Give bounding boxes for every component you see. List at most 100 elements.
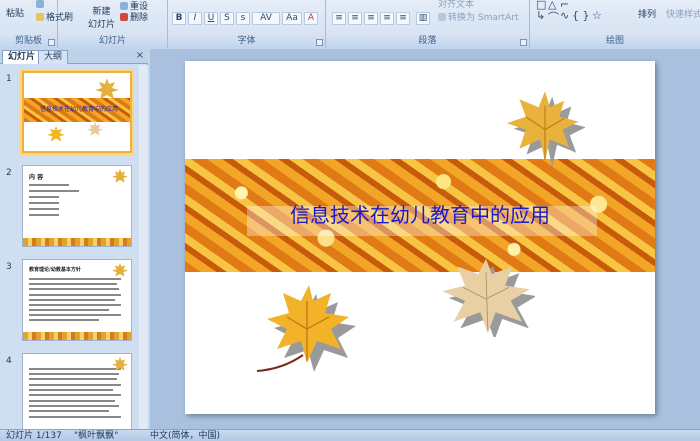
arrange-label: 排列 — [638, 10, 657, 20]
tab-outline[interactable]: 大纲 — [38, 50, 69, 64]
underline-button[interactable]: U — [204, 12, 218, 25]
paste-button[interactable]: 粘贴 — [6, 6, 24, 19]
slide-title[interactable]: 信息技术在幼儿教育中的应用 — [185, 199, 655, 228]
char-spacing-button[interactable]: AV — [252, 12, 280, 25]
thumb-number: 4 — [6, 356, 12, 366]
tab-slides[interactable]: 幻灯片 — [2, 50, 42, 64]
slide-thumbnail-2[interactable]: 内 容 — [22, 165, 132, 247]
thumb-text-line — [29, 196, 59, 198]
slide-counter: 幻灯片 1/137 — [6, 431, 62, 441]
thumb-text-line — [29, 190, 79, 192]
strikethrough-button[interactable]: S — [220, 12, 234, 25]
thumb-title: 信息技术在幼儿教育中的应用 — [39, 106, 118, 113]
theme-name: "枫叶飘飘" — [74, 431, 119, 441]
font-color-button[interactable]: A — [304, 12, 318, 25]
paragraph-group-label: 段落 — [326, 35, 529, 48]
clipboard-group: 粘贴 格式刷 剪贴板 — [0, 0, 73, 48]
thumb-text-line — [29, 319, 99, 321]
thumb-text-line — [29, 288, 119, 290]
thumb-text-line — [29, 299, 115, 301]
format-painter-icon — [36, 12, 44, 21]
maple-leaf-icon — [112, 262, 128, 277]
clipboard-launcher[interactable] — [48, 39, 55, 46]
font-group: B I U S s AV Aa A 字体 — [168, 0, 326, 48]
thumb-number: 1 — [6, 74, 12, 84]
shape-star-icon[interactable]: ☆ — [592, 9, 602, 22]
thumb-text-line — [29, 389, 113, 391]
thumb-text-line — [29, 384, 121, 386]
thumb-text-line — [29, 400, 115, 402]
slides-group: 新建 幻灯片 重设 删除 幻灯片 — [58, 0, 168, 48]
bold-button[interactable]: B — [172, 12, 186, 25]
thumb-text-line — [29, 304, 121, 306]
thumb-text-line — [29, 373, 119, 375]
thumb-title: 教育理论/幼教基本方针 — [29, 267, 81, 273]
thumb-text-line — [29, 405, 119, 407]
reset-icon — [120, 1, 128, 10]
shape-brace-icon[interactable]: { } — [572, 9, 590, 22]
align-left-button[interactable]: ≡ — [332, 12, 346, 25]
align-right-button[interactable]: ≡ — [364, 12, 378, 25]
shape-curve-icon[interactable]: ∿ — [560, 9, 569, 22]
italic-button[interactable]: I — [188, 12, 202, 25]
smartart-icon — [438, 12, 446, 21]
copy-icon — [36, 0, 44, 8]
thumb-leaves-border — [23, 238, 131, 246]
shadow-button[interactable]: s — [236, 12, 250, 25]
maple-leaf-icon — [442, 258, 535, 337]
thumb-text-line — [29, 278, 121, 280]
smartart-label: 转换为 SmartArt — [448, 13, 519, 23]
align-center-button[interactable]: ≡ — [348, 12, 362, 25]
maple-leaf-icon — [506, 91, 585, 167]
maple-leaf-icon — [112, 168, 128, 183]
paste-label: 粘贴 — [6, 9, 25, 19]
arrange-button[interactable]: 排列 — [638, 7, 656, 20]
thumb-text-line — [29, 184, 69, 186]
maple-leaf-icon — [87, 121, 103, 136]
thumb-text-line — [29, 394, 121, 396]
thumb-text-line — [29, 283, 117, 285]
ribbon: 粘贴 格式刷 剪贴板 新建 幻灯片 重设 删除 幻灯片 B I U S s AV… — [0, 0, 700, 48]
maple-leaf-icon — [95, 78, 119, 99]
thumb-text-line — [29, 208, 59, 210]
slide-thumbnail-1[interactable]: 信息技术在幼儿教育中的应用 — [22, 71, 132, 153]
smartart-button[interactable]: 转换为 SmartArt — [438, 10, 518, 23]
font-group-label: 字体 — [168, 35, 325, 48]
thumb-text-line — [29, 368, 121, 370]
slide-canvas: 信息技术在幼儿教育中的应用 — [150, 49, 700, 429]
thumb-text-line — [29, 294, 121, 296]
slides-group-label: 幻灯片 — [58, 35, 167, 48]
slide-thumbnail-4[interactable] — [22, 353, 132, 429]
close-icon[interactable]: × — [136, 50, 144, 61]
delete-button[interactable]: 删除 — [120, 10, 148, 23]
change-case-button[interactable]: Aa — [282, 12, 302, 25]
maple-leaf-icon — [256, 285, 356, 372]
thumb-text-line — [29, 202, 59, 204]
thumb-text-line — [29, 378, 117, 380]
columns-button[interactable]: ▥ — [416, 12, 430, 25]
new-slide-button[interactable]: 新建 幻灯片 — [88, 4, 115, 30]
thumb-text-line — [29, 314, 121, 316]
shape-bend-icon[interactable]: ↳ — [536, 9, 545, 22]
status-bar: 幻灯片 1/137 "枫叶飘飘" 中文(简体，中国) — [0, 429, 700, 441]
quick-styles-label: 快速样式 — [666, 10, 700, 20]
copy-button[interactable] — [36, 0, 44, 8]
new-slide-label-2: 幻灯片 — [88, 20, 116, 30]
drawing-group-label: 绘图 — [530, 35, 700, 48]
language-indicator[interactable]: 中文(简体，中国) — [150, 430, 220, 441]
thumb-leaves-border — [23, 332, 131, 340]
maple-leaf-icon — [47, 125, 65, 142]
pane-scrollbar[interactable] — [139, 65, 148, 429]
slide-thumbnail-3[interactable]: 教育理论/幼教基本方针 — [22, 259, 132, 341]
thumb-number: 3 — [6, 262, 12, 272]
shape-arc-icon[interactable]: ⌒ — [548, 9, 559, 25]
paragraph-launcher[interactable] — [520, 39, 527, 46]
justify-button[interactable]: ≡ — [380, 12, 394, 25]
thumbnail-list: 1 信息技术在幼儿教育中的应用 2 内 容 3 教育理论/幼教基本方针 4 — [0, 65, 148, 429]
distribute-button[interactable]: ≡ — [396, 12, 410, 25]
current-slide[interactable]: 信息技术在幼儿教育中的应用 — [185, 61, 655, 414]
text-align-button[interactable]: 对齐文本 — [438, 0, 474, 10]
thumb-text-line — [29, 410, 109, 412]
font-launcher[interactable] — [316, 39, 323, 46]
quick-styles-button[interactable]: 快速样式 — [666, 7, 700, 20]
